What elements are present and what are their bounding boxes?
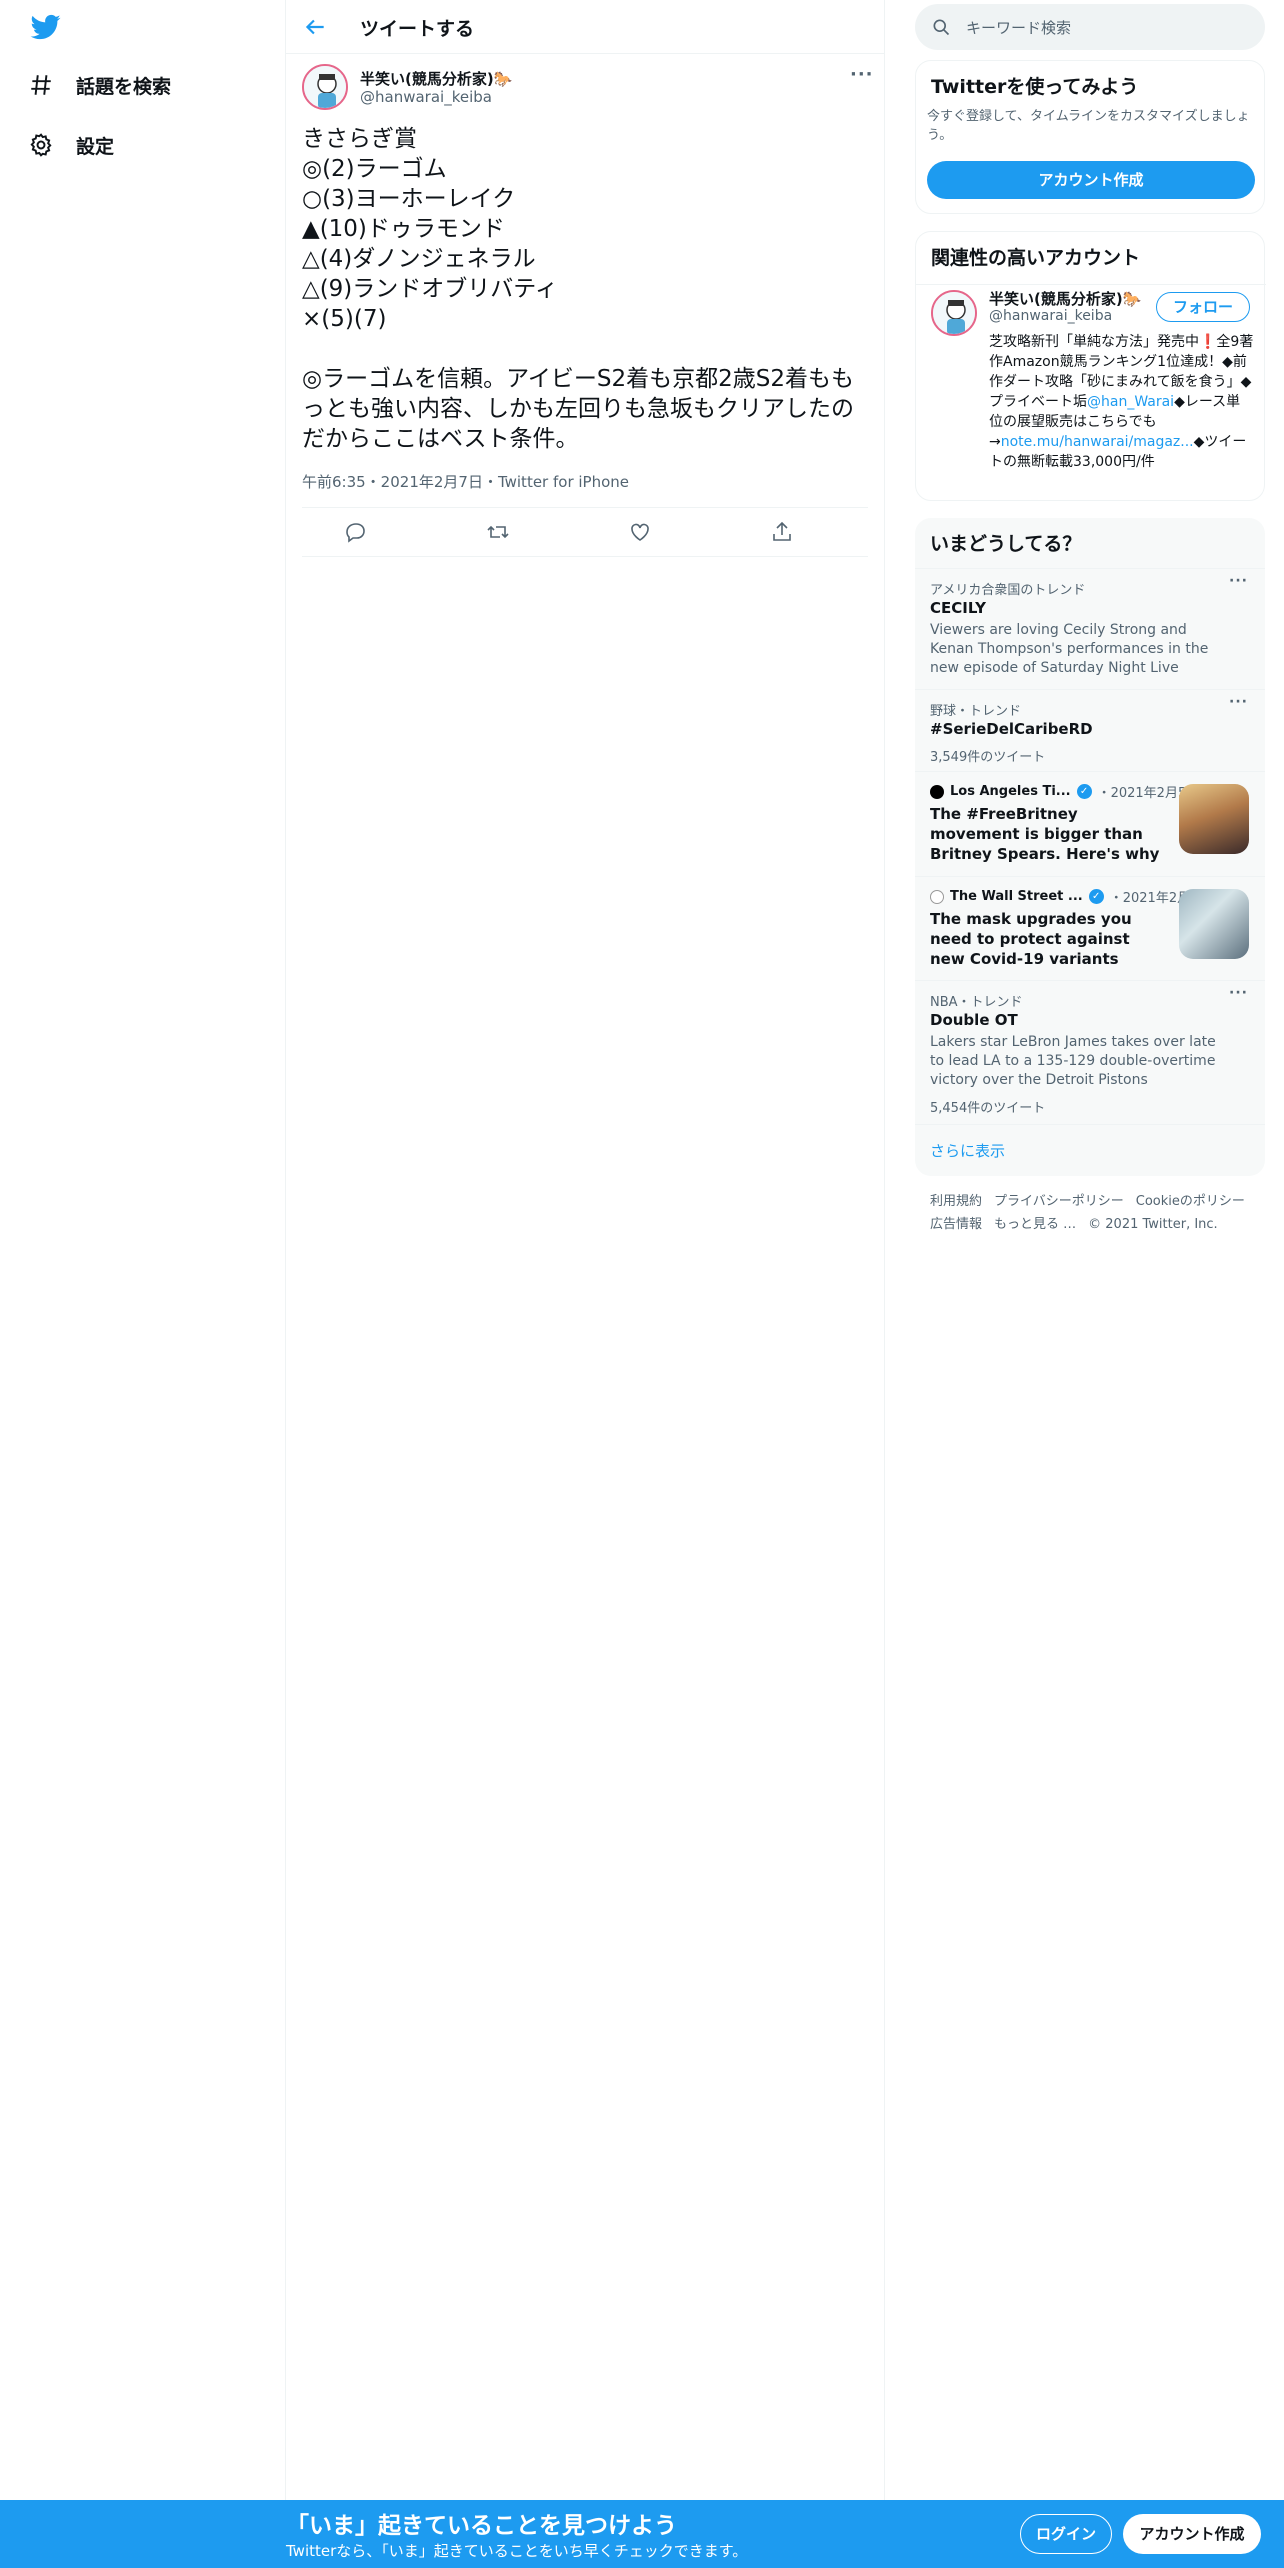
footer-link[interactable]: 広告情報 (930, 1217, 982, 1232)
tweet-meta[interactable]: 午前6:35・2021年2月7日・Twitter for iPhone (302, 471, 629, 492)
trend-item[interactable]: NBA・トレンド ··· Double OT Lakers star LeBro… (915, 980, 1265, 1124)
tweet-action-bar (302, 507, 868, 557)
trend-description: Viewers are loving Cecily Strong and Ken… (930, 622, 1209, 676)
back-arrow-icon[interactable] (302, 14, 328, 40)
left-sidebar: 話題を検索 設定 (0, 0, 285, 2568)
banner-title: 「いま」起きていることを見つけよう (286, 2513, 677, 2539)
signup-card: Twitterを使ってみよう 今すぐ登録して、タイムラインをカスタマイズしましょ… (915, 60, 1265, 214)
trend-name: CECILY (930, 599, 986, 617)
news-source-logo-icon (930, 889, 944, 904)
news-source-logo-icon (930, 784, 944, 799)
search-input[interactable]: キーワード検索 (915, 4, 1265, 50)
avatar[interactable] (302, 64, 348, 110)
main-column: ツイートする 半笑い(競馬分析家)🐎 @hanwarai_keiba ··· き… (286, 0, 884, 2500)
share-icon[interactable] (770, 520, 794, 544)
trend-name: #SerieDelCaribeRD (930, 720, 1093, 738)
trend-context: 野球・トレンド (930, 704, 1022, 719)
banner-subtitle: Twitterなら、「いま」起きていることをいち早くチェックできます。 (286, 2542, 748, 2560)
footer-link[interactable]: もっと見る … (994, 1217, 1076, 1232)
signup-card-subtitle: 今すぐ登録して、タイムラインをカスタマイズしましょう。 (927, 109, 1250, 143)
news-title: The mask upgrades you need to protect ag… (930, 910, 1132, 968)
tweet-author-handle[interactable]: @hanwarai_keiba (360, 88, 492, 106)
trend-count: 3,549件のツイート (930, 750, 1046, 765)
show-more-link[interactable]: さらに表示 (915, 1124, 1265, 1176)
verified-badge-icon: ✓ (1076, 784, 1092, 799)
nav-settings[interactable]: 設定 (28, 125, 114, 165)
related-account-handle[interactable]: @hanwarai_keiba (989, 308, 1112, 324)
trend-more-icon[interactable]: ··· (1229, 694, 1248, 710)
hashtag-icon (31, 75, 51, 95)
follow-button[interactable]: フォロー (1156, 292, 1250, 322)
search-placeholder: キーワード検索 (966, 19, 1072, 37)
news-thumbnail[interactable] (1179, 889, 1249, 959)
trends-title: いまどうしてる？ (930, 533, 1082, 555)
related-avatar-illustration-icon (933, 292, 975, 334)
trends-card: いまどうしてる？ アメリカ合衆国のトレンド ··· CECILY Viewers… (915, 518, 1265, 1176)
nav-settings-label: 設定 (76, 135, 115, 158)
search-icon (933, 19, 950, 36)
related-avatar[interactable] (931, 290, 977, 336)
nav-explore[interactable]: 話題を検索 (28, 65, 171, 105)
trend-description: Lakers star LeBron James takes over late… (930, 1034, 1216, 1088)
trend-context: アメリカ合衆国のトレンド (930, 583, 1086, 598)
trend-item[interactable]: アメリカ合衆国のトレンド ··· CECILY Viewers are lovi… (915, 568, 1265, 689)
like-icon[interactable] (628, 520, 652, 544)
news-item[interactable]: The Wall Street ... ✓ ・2021年2月5日 The mas… (915, 876, 1265, 980)
right-divider (884, 0, 885, 2500)
avatar-illustration-icon (304, 66, 346, 108)
trend-item[interactable]: 野球・トレンド ··· #SerieDelCaribeRD 3,549件のツイー… (915, 689, 1265, 771)
gear-icon (30, 133, 52, 157)
footer-link[interactable]: プライバシーポリシー (994, 1194, 1124, 1209)
news-thumbnail[interactable] (1179, 784, 1249, 854)
related-accounts-card: 関連性の高いアカウント 半笑い(競馬分析家)🐎 @hanwarai_keiba … (915, 231, 1266, 501)
more-options-icon[interactable]: ··· (850, 64, 874, 85)
related-accounts-title: 関連性の高いアカウント (931, 247, 1141, 269)
create-account-button[interactable]: アカウント作成 (927, 161, 1255, 199)
news-source: The Wall Street ... ✓ ・2021年2月5日 (930, 887, 1211, 906)
trend-more-icon[interactable]: ··· (1229, 573, 1248, 589)
trend-name: Double OT (930, 1011, 1018, 1029)
bio-mention-link[interactable]: @han_Warai (1087, 394, 1174, 410)
footer-link[interactable]: 利用規約 (930, 1194, 982, 1209)
news-title: The #FreeBritney movement is bigger than… (930, 805, 1160, 863)
trend-context: NBA・トレンド (930, 995, 1023, 1010)
login-button[interactable]: ログイン (1020, 2514, 1112, 2554)
tweet-text: きさらぎ賞 ◎(2)ラーゴム ○(3)ヨーホーレイク ▲(10)ドゥラモンド △… (302, 126, 855, 452)
copyright: © 2021 Twitter, Inc. (1088, 1217, 1218, 1232)
reply-icon[interactable] (344, 520, 368, 544)
related-account-name[interactable]: 半笑い(競馬分析家)🐎 (989, 288, 1141, 309)
twitter-logo-icon[interactable] (28, 12, 64, 42)
trend-more-icon[interactable]: ··· (1229, 985, 1248, 1001)
news-item[interactable]: Los Angeles Ti... ✓ ・2021年2月5日 The #Free… (915, 771, 1265, 876)
bio-url-link[interactable]: note.mu/hanwarai/magaz... (1001, 434, 1194, 450)
signup-banner: 「いま」起きていることを見つけよう Twitterなら、「いま」起きていることを… (0, 2500, 1284, 2568)
retweet-icon[interactable] (486, 520, 510, 544)
tweet-author-name[interactable]: 半笑い(競馬分析家)🐎 (360, 68, 512, 89)
signup-button[interactable]: アカウント作成 (1123, 2514, 1261, 2554)
news-source: Los Angeles Ti... ✓ ・2021年2月5日 (930, 782, 1199, 801)
trend-count: 5,454件のツイート (930, 1101, 1046, 1116)
signup-card-title: Twitterを使ってみよう (931, 76, 1139, 98)
verified-badge-icon: ✓ (1088, 889, 1104, 904)
footer-link[interactable]: Cookieのポリシー (1136, 1194, 1245, 1209)
main-header: ツイートする (286, 0, 884, 54)
page-title: ツイートする (360, 18, 475, 40)
nav-explore-label: 話題を検索 (76, 75, 172, 98)
footer-links: 利用規約 プライバシーポリシー Cookieのポリシー 広告情報 もっと見る … © 2… (930, 1190, 1260, 1236)
related-account-bio: 芝攻略新刊「単純な方法」発売中❗全9著作Amazon競馬ランキング1位達成！◆前… (989, 332, 1254, 472)
